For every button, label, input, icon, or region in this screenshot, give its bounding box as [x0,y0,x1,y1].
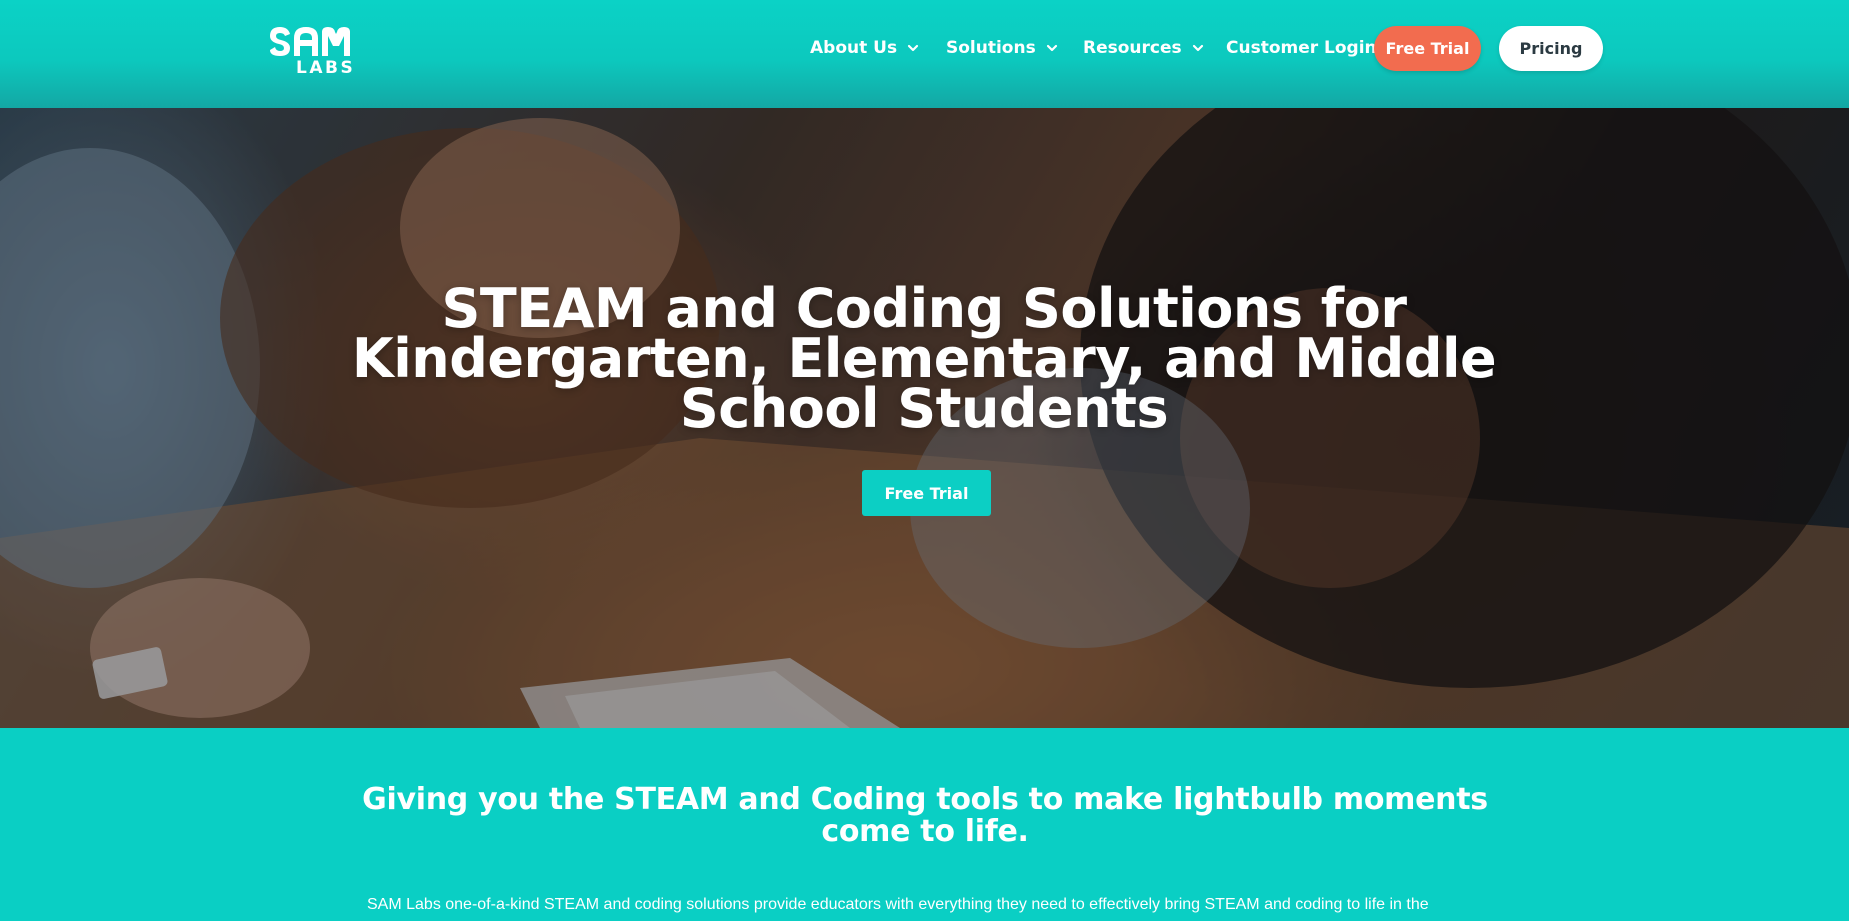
hero-section: STEAM and Coding Solutions for Kindergar… [0,108,1849,728]
nav-about-us-label: About Us [810,38,898,58]
hero-free-trial-button[interactable]: Free Trial [862,470,991,516]
nav-resources-label: Resources [1083,38,1182,58]
hero-title: STEAM and Coding Solutions for Kindergar… [351,277,1497,440]
intro-section: Giving you the STEAM and Coding tools to… [0,728,1849,921]
nav-customer-login-label: Customer Login [1226,38,1377,58]
pricing-button[interactable]: Pricing [1499,26,1603,71]
site-header: LABS About Us Solutions Resources Custom… [0,0,1849,108]
free-trial-button[interactable]: Free Trial [1374,26,1481,71]
nav-solutions[interactable]: Solutions [946,36,1058,60]
chevron-down-icon [1192,44,1203,52]
intro-body-text: SAM Labs one-of-a-kind STEAM and coding … [367,896,1429,913]
intro-heading: Giving you the STEAM and Coding tools to… [362,782,1488,849]
nav-customer-login[interactable]: Customer Login [1226,36,1377,60]
nav-about-us[interactable]: About Us [810,36,919,60]
chevron-down-icon [1046,44,1057,52]
nav-solutions-label: Solutions [946,38,1036,58]
hero-content: STEAM and Coding Solutions for Kindergar… [0,108,1849,728]
nav-resources[interactable]: Resources [1083,36,1204,60]
chevron-down-icon [907,44,919,52]
